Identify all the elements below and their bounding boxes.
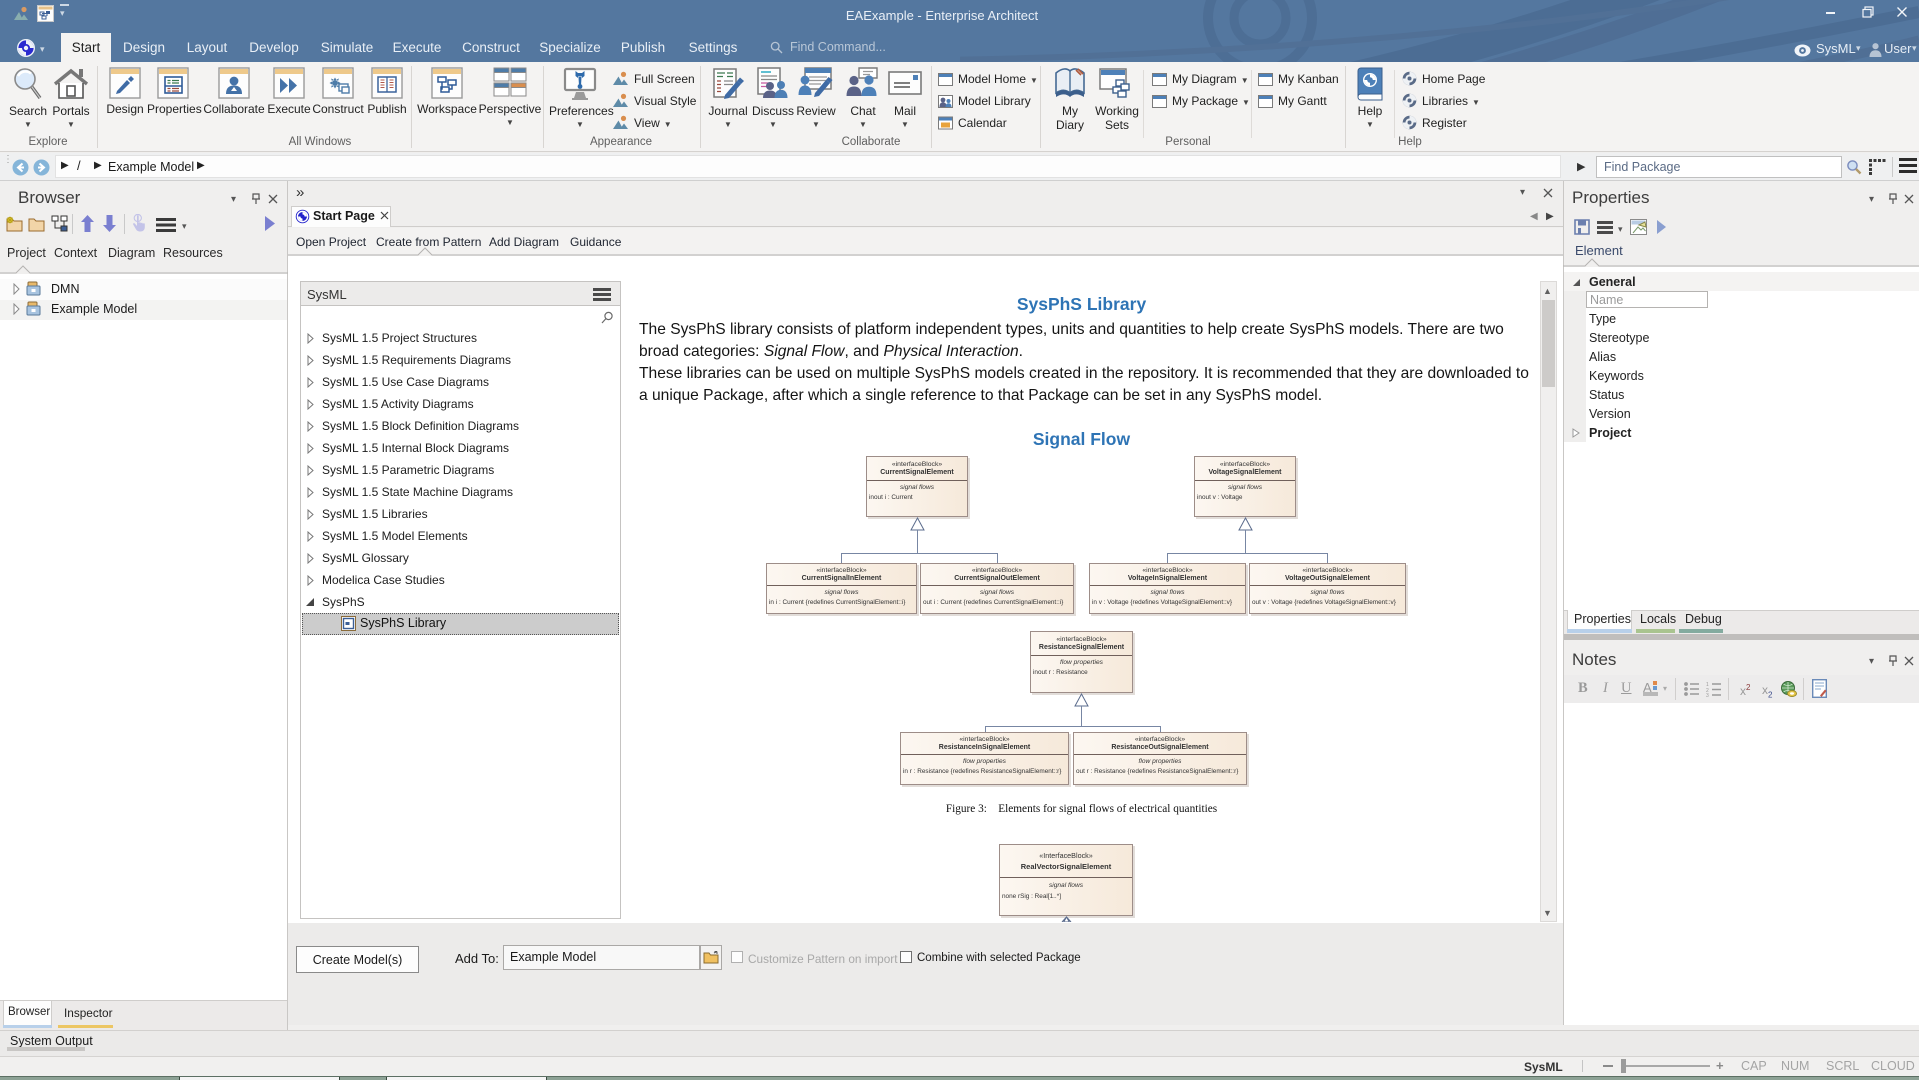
svg-text:3: 3 — [1706, 693, 1709, 697]
